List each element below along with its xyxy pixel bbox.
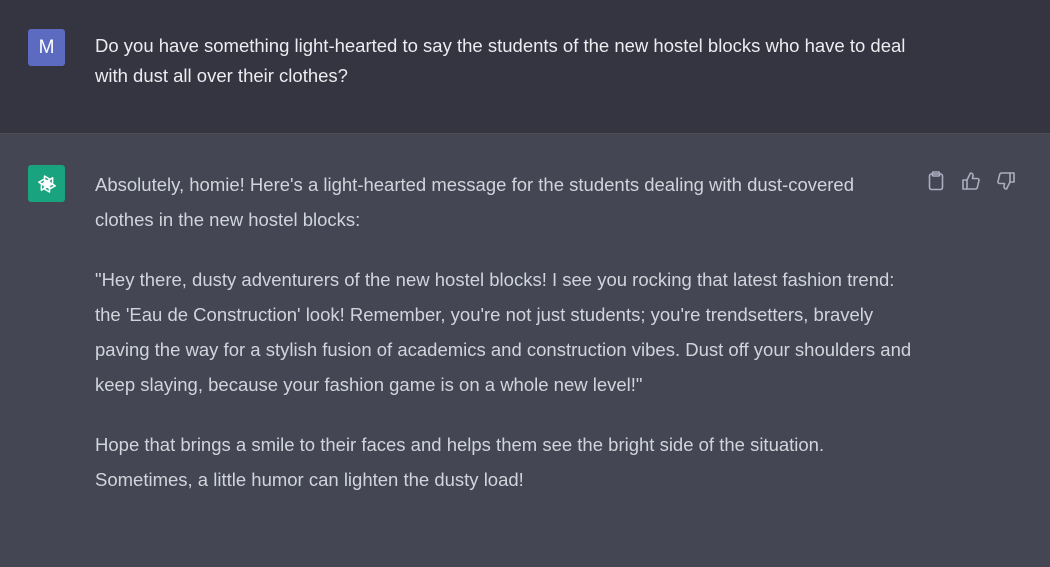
clipboard-icon — [927, 171, 945, 191]
assistant-message-text: Absolutely, homie! Here's a light-hearte… — [95, 167, 915, 522]
assistant-paragraph: "Hey there, dusty adventurers of the new… — [95, 269, 912, 395]
assistant-message-row: Absolutely, homie! Here's a light-hearte… — [0, 134, 1050, 567]
message-actions — [925, 170, 1017, 192]
openai-logo-icon — [35, 172, 59, 196]
thumbs-up-button[interactable] — [960, 170, 982, 192]
user-avatar: M — [28, 29, 65, 66]
thumbs-up-icon — [961, 171, 981, 191]
copy-button[interactable] — [925, 170, 947, 192]
user-message-text: Do you have something light-hearted to s… — [95, 35, 906, 86]
assistant-paragraph: Hope that brings a smile to their faces … — [95, 434, 825, 490]
user-message-row: M Do you have something light-hearted to… — [0, 0, 1050, 134]
assistant-avatar — [28, 165, 65, 202]
assistant-paragraph: Absolutely, homie! Here's a light-hearte… — [95, 174, 855, 230]
thumbs-down-icon — [996, 171, 1016, 191]
user-avatar-letter: M — [38, 36, 55, 58]
thumbs-down-button[interactable] — [995, 170, 1017, 192]
